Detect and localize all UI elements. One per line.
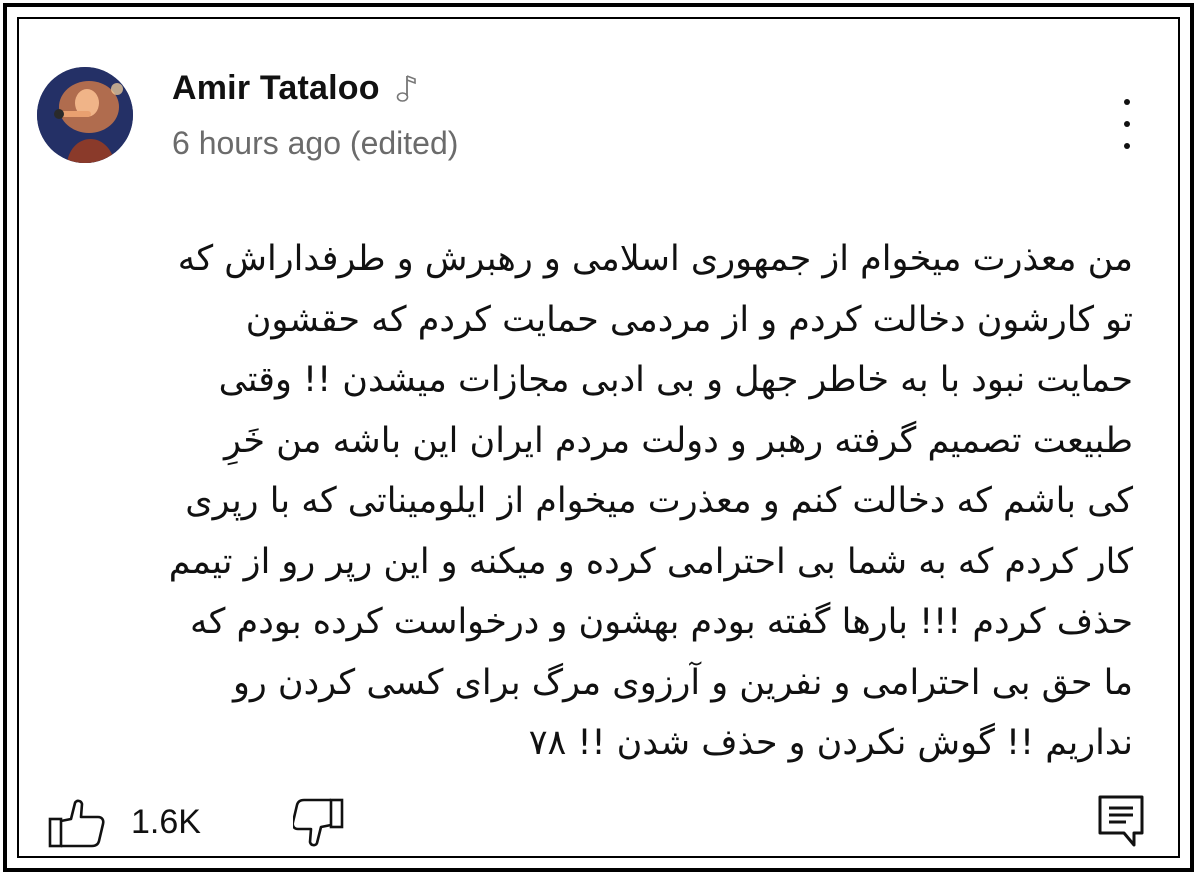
dislike-button[interactable] — [293, 797, 345, 849]
music-note-icon — [392, 73, 418, 105]
comment-line: نداریم !! گوش نکردن و حذف شدن !! ۷۸ — [528, 723, 1133, 763]
more-vertical-icon — [1124, 99, 1130, 105]
more-vertical-icon — [1124, 143, 1130, 149]
comment-line: کی باشم که دخالت کنم و معذرت میخوام از ا… — [185, 481, 1133, 521]
comment-line: تو کارشون دخالت کردم و از مردمی حمایت کر… — [245, 299, 1133, 340]
author-name[interactable]: Amir Tataloo — [172, 69, 380, 108]
more-options-button[interactable] — [1115, 99, 1139, 149]
more-vertical-icon — [1124, 121, 1130, 127]
comment-line: حذف کردم !!! بارها گفته بودم بهشون و درخ… — [189, 602, 1133, 642]
comment-line: حمایت نبود با به خاطر جهل و بی ادبی مجاز… — [218, 360, 1133, 400]
like-count: 1.6K — [131, 803, 201, 841]
reply-comment-icon — [1098, 795, 1144, 847]
avatar-image — [37, 67, 133, 163]
comment-actions: 1.6K — [47, 793, 1150, 849]
avatar[interactable] — [37, 67, 133, 163]
comment-line: کار کردم که به شما بی احترامی کرده و میک… — [168, 541, 1133, 582]
like-button[interactable] — [47, 797, 107, 849]
comment-line: من معذرت میخوام از جمهوری اسلامی و رهبرش… — [177, 239, 1133, 279]
comment-timestamp: 6 hours ago (edited) — [172, 125, 459, 161]
comment-card: Amir Tataloo 6 hours ago (edited) من معذ… — [3, 3, 1194, 872]
comment-line: طبیعت تصمیم گرفته رهبر و دولت مردم ایران… — [224, 420, 1133, 461]
thumbs-up-icon — [48, 799, 105, 848]
thumbs-down-icon — [293, 798, 344, 847]
author-row: Amir Tataloo — [172, 69, 418, 108]
comment-body: من معذرت میخوام از جمهوری اسلامی و رهبرش… — [43, 229, 1133, 774]
comment-line: ما حق بی احترامی و نفرین و آرزوی مرگ برا… — [233, 662, 1133, 703]
reply-button[interactable] — [1096, 793, 1146, 849]
